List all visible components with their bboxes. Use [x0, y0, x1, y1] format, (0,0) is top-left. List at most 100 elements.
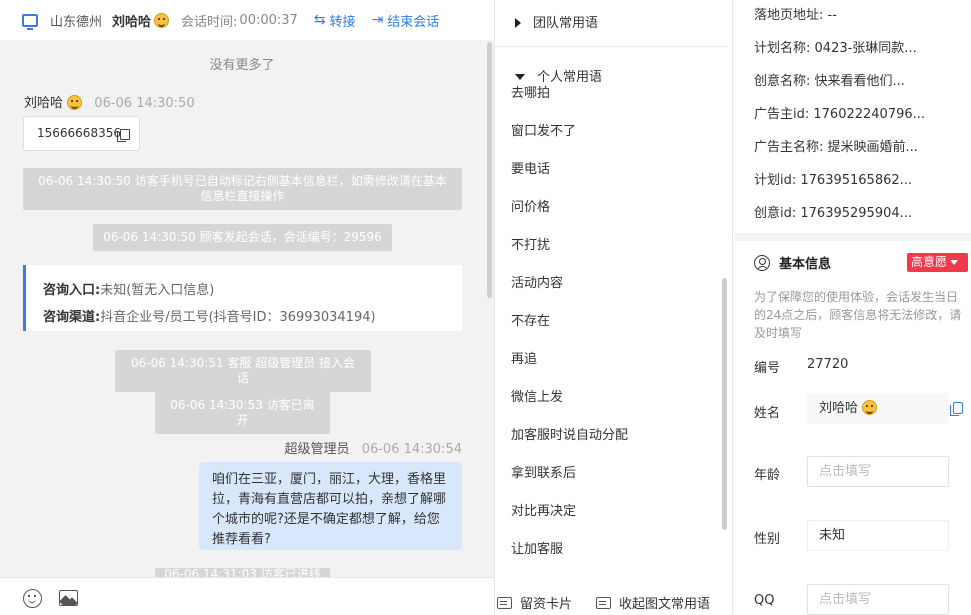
phrase-item[interactable]: 去哪拍: [511, 82, 550, 101]
inquiry-entry-row: 咨询入口:未知(暂无入口信息): [43, 277, 462, 304]
agent-message-time: 06-06 14:30:54: [361, 442, 462, 457]
monitor-icon: [22, 13, 38, 30]
grin-emoji-icon: [67, 95, 83, 110]
phrase-item[interactable]: 再追: [511, 348, 537, 367]
caret-right-icon: [515, 18, 521, 28]
group-label: 团队常用语: [533, 16, 599, 31]
creative-id-value: 176395295904...: [800, 206, 913, 221]
common-phrases-panel: 团队常用语 个人常用语 去哪拍 窗口发不了 要电话 问价格 不打扰 活动内容 不…: [494, 0, 733, 615]
phrases-scrollbar[interactable]: [722, 278, 727, 530]
phrase-item[interactable]: 不存在: [511, 310, 550, 329]
qq-input[interactable]: 点击填写: [807, 584, 949, 615]
advertiser-id-label: 广告主id:: [754, 107, 810, 122]
customer-info-panel: 落地页地址: -- 计划名称: 0423-张琳同款... 创意名称: 快来看看他…: [734, 0, 971, 615]
creative-id-row: 创意id: 176395295904...: [754, 202, 912, 221]
plan-id-label: 计划id:: [754, 173, 797, 188]
divider: [495, 46, 728, 47]
plan-name-row: 计划名称: 0423-张琳同款...: [754, 37, 917, 56]
phrase-item[interactable]: 拿到联系后: [511, 462, 576, 481]
phrase-item[interactable]: 对比再决定: [511, 500, 576, 519]
creative-name-label: 创意名称:: [754, 74, 811, 89]
name-field[interactable]: 刘哈哈: [807, 393, 949, 424]
visitor-sender-name: 刘哈哈: [24, 96, 64, 111]
qq-label: QQ: [754, 593, 775, 608]
grin-emoji-icon: [154, 12, 170, 28]
intent-level-value: 高意愿: [911, 255, 948, 269]
visitor-sender: 刘哈哈 06-06 14:30:50: [24, 92, 195, 111]
age-label: 年龄: [754, 468, 781, 483]
phrase-item[interactable]: 微信上发: [511, 386, 563, 405]
phone-message-bubble: 15666668356: [23, 116, 140, 151]
session-timer-label: 会话时间:: [181, 14, 238, 30]
user-icon: [754, 254, 770, 271]
system-message: 06-06 14:30:53 访客已离开: [155, 392, 330, 434]
creative-name-value: 快来看看他们...: [814, 74, 905, 89]
no-more-text: 没有更多了: [209, 58, 275, 73]
card-icon: [596, 596, 611, 609]
landing-page-row: 落地页地址: --: [754, 4, 837, 23]
group-team-phrases[interactable]: 团队常用语: [515, 12, 598, 31]
visitor-name: 刘哈哈: [112, 14, 152, 30]
creative-id-label: 创意id:: [754, 206, 797, 221]
advertiser-name-label: 广告主名称:: [754, 140, 824, 155]
system-message: 06-06 14:31:03 访客已进线: [155, 568, 330, 577]
visitor-message-time: 06-06 14:30:50: [94, 96, 195, 111]
phrase-item[interactable]: 活动内容: [511, 272, 563, 291]
basic-info-title: 基本信息: [754, 253, 831, 272]
image-upload-icon[interactable]: [59, 590, 78, 606]
basic-info-title-text: 基本信息: [779, 257, 832, 272]
advertiser-name-row: 广告主名称: 提米映画婚前...: [754, 136, 918, 155]
chat-header: 山东德州 刘哈哈 会话时间: 00:00:37 ⇆ 转接 ⇥ 结束会话: [0, 0, 494, 40]
gender-select[interactable]: 未知: [807, 520, 949, 551]
session-timer: 00:00:37: [239, 12, 298, 28]
inquiry-channel-row: 咨询渠道:抖音企业号/员工号(抖音号ID：36993034194): [43, 304, 462, 331]
emoji-picker-icon[interactable]: [23, 589, 42, 608]
plan-id-value: 176395165862...: [800, 173, 913, 188]
landing-page-value: --: [827, 8, 837, 23]
lead-card-label: 留资卡片: [520, 597, 573, 612]
visitor-location: 山东德州: [50, 14, 103, 30]
copy-icon[interactable]: [117, 129, 130, 142]
age-input[interactable]: 点击填写: [807, 456, 949, 487]
swap-arrows-icon: ⇆: [313, 12, 326, 28]
end-session-button[interactable]: ⇥ 结束会话: [372, 11, 440, 30]
phrase-item[interactable]: 问价格: [511, 196, 550, 215]
landing-page-label: 落地页地址:: [754, 8, 824, 23]
plan-id-row: 计划id: 176395165862...: [754, 169, 912, 188]
id-label: 编号: [754, 361, 781, 376]
transfer-button[interactable]: ⇆ 转接: [314, 11, 356, 30]
phrase-item[interactable]: 让加客服: [511, 538, 563, 557]
name-label: 姓名: [754, 406, 781, 421]
plan-name-label: 计划名称:: [754, 41, 811, 56]
divider: [734, 233, 971, 241]
intent-level-dropdown[interactable]: 高意愿: [907, 253, 968, 272]
collapse-phrases-button[interactable]: 收起图文常用语: [596, 593, 710, 612]
inquiry-entry-value: 未知(暂无入口信息): [100, 283, 215, 298]
creative-name-row: 创意名称: 快来看看他们...: [754, 70, 905, 89]
system-message: 06-06 14:30:50 访客手机号已自动标记右侧基本信息栏，如需修改请在基…: [23, 168, 462, 210]
chat-panel: 山东德州 刘哈哈 会话时间: 00:00:37 ⇆ 转接 ⇥ 结束会话 没有更多…: [0, 0, 494, 615]
inquiry-channel-label: 咨询渠道:: [43, 310, 101, 325]
phrase-item[interactable]: 不打扰: [511, 234, 550, 253]
phrase-item[interactable]: 窗口发不了: [511, 120, 576, 139]
chat-scrollbar[interactable]: [487, 42, 492, 298]
gender-label: 性别: [754, 532, 781, 547]
caret-down-icon: [950, 260, 959, 265]
chat-message-list[interactable]: 没有更多了 刘哈哈 06-06 14:30:50 15666668356 06-…: [0, 40, 494, 577]
lead-card-button[interactable]: 留资卡片: [497, 593, 572, 612]
id-value: 27720: [807, 357, 849, 372]
system-message: 06-06 14:30:50 顾客发起会话，会话编号：29596: [93, 224, 392, 251]
transfer-label: 转接: [329, 14, 356, 30]
phrase-item[interactable]: 加客服时说自动分配: [511, 424, 628, 443]
advertiser-id-value: 176022240796...: [813, 107, 926, 122]
chat-toolbar: [0, 577, 494, 615]
copy-icon[interactable]: [950, 402, 963, 416]
card-icon: [497, 596, 512, 609]
agent-sender: 超级管理员 06-06 14:30:54: [285, 438, 462, 457]
end-session-label: 结束会话: [387, 14, 440, 30]
grin-emoji-icon: [862, 400, 878, 415]
inquiry-entry-label: 咨询入口:: [43, 283, 101, 298]
inquiry-info-card: 咨询入口:未知(暂无入口信息) 咨询渠道:抖音企业号/员工号(抖音号ID：369…: [23, 265, 462, 331]
phrase-item[interactable]: 要电话: [511, 158, 550, 177]
name-value: 刘哈哈: [819, 401, 859, 416]
